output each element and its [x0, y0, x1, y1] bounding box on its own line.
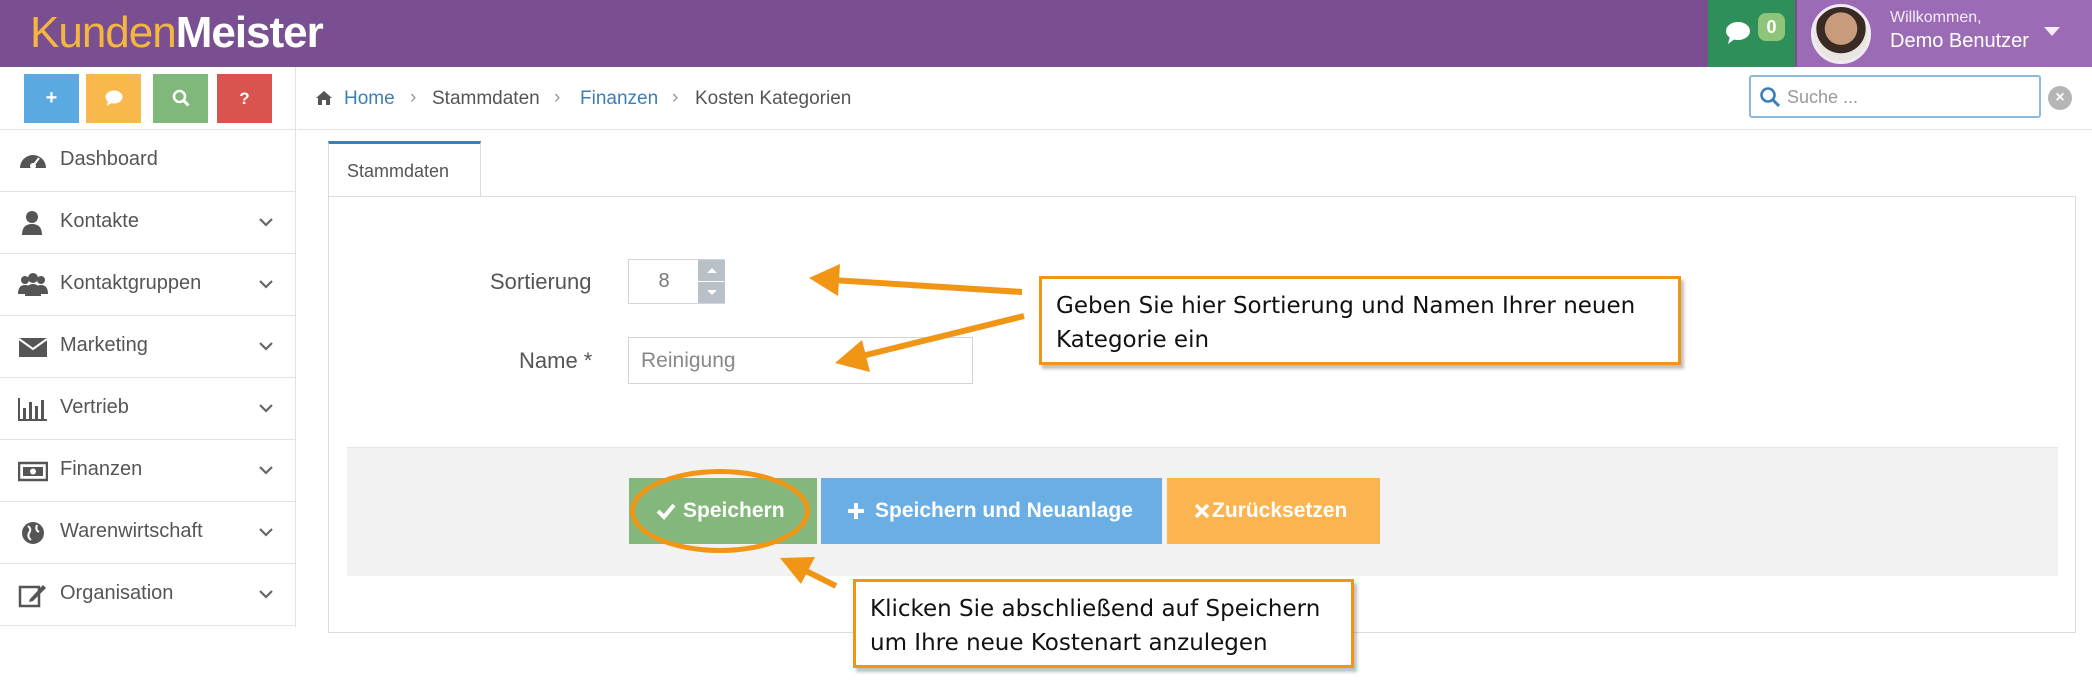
chat-button[interactable] — [86, 74, 141, 123]
plus-icon — [848, 503, 864, 520]
breadcrumb-separator: › — [554, 87, 561, 108]
search-box — [1749, 75, 2041, 118]
breadcrumb-finanzen[interactable]: Finanzen — [580, 88, 658, 110]
chevron-down-icon — [259, 528, 273, 537]
help-button[interactable]: ? — [217, 74, 272, 123]
breadcrumb-current: Kosten Kategorien — [695, 88, 852, 109]
sidebar-item-kontakte[interactable]: Kontakte — [0, 192, 296, 254]
sort-stepper[interactable]: 8 — [628, 259, 725, 304]
name-field[interactable] — [628, 337, 973, 384]
sidebar-item-organisation[interactable]: Organisation — [0, 564, 296, 626]
user-menu[interactable]: Willkommen, Demo Benutzer — [1797, 0, 2092, 67]
breadcrumb-separator: › — [672, 87, 679, 108]
bar-chart-icon — [18, 398, 47, 421]
search-input[interactable] — [1787, 83, 2027, 111]
sidebar-item-marketing[interactable]: Marketing — [0, 316, 296, 378]
chevron-down-icon — [259, 218, 273, 227]
user-icon — [22, 211, 42, 235]
stepper-down-icon[interactable] — [698, 282, 725, 303]
sidebar-item-vertrieb[interactable]: Vertrieb — [0, 378, 296, 440]
money-icon — [18, 461, 48, 482]
close-icon — [1194, 504, 1210, 519]
sidebar-item-warenwirtschaft[interactable]: Warenwirtschaft — [0, 502, 296, 564]
avatar — [1811, 4, 1871, 64]
chevron-down-icon — [259, 280, 273, 289]
users-icon — [18, 273, 48, 296]
help-icon: ? — [239, 89, 250, 108]
sidebar: + ? Dashboard Kontakte Kontaktgruppen Ma… — [0, 67, 296, 628]
sidebar-item-kontaktgruppen[interactable]: Kontaktgruppen — [0, 254, 296, 316]
save-highlight-ellipse — [630, 469, 810, 553]
messages-count-badge: 0 — [1758, 13, 1785, 41]
sort-value: 8 — [658, 270, 670, 292]
app-logo[interactable]: KundenMeister — [30, 4, 324, 62]
messages-button[interactable]: 0 — [1708, 0, 1795, 67]
reset-button[interactable]: Zurücksetzen — [1167, 478, 1380, 544]
callout-enter-data: Geben Sie hier Sortierung und Namen Ihre… — [1039, 276, 1681, 365]
chevron-down-icon — [259, 590, 273, 599]
quick-actions: + ? — [0, 67, 296, 130]
search-icon — [1760, 87, 1781, 108]
chevron-down-icon — [259, 342, 273, 351]
search-icon — [172, 89, 190, 107]
welcome-text: Willkommen, — [1890, 9, 1982, 26]
username: Demo Benutzer — [1890, 30, 2029, 52]
add-button[interactable]: + — [24, 74, 79, 123]
envelope-icon — [18, 338, 48, 357]
callout-click-save: Klicken Sie abschließend auf Speichern u… — [853, 579, 1354, 668]
search-button[interactable] — [153, 74, 208, 123]
save-and-new-button[interactable]: Speichern und Neuanlage — [821, 478, 1162, 544]
chevron-down-icon — [259, 404, 273, 413]
sidebar-item-dashboard[interactable]: Dashboard — [0, 130, 296, 192]
edit-icon — [18, 585, 46, 608]
plus-icon: + — [45, 87, 58, 109]
chevron-down-icon — [259, 466, 273, 475]
sort-label: Sortierung — [490, 269, 592, 294]
dashboard-icon — [20, 155, 46, 169]
clear-search-icon[interactable]: × — [2048, 86, 2072, 110]
breadcrumb-home[interactable]: Home — [344, 88, 395, 110]
comment-icon — [1726, 22, 1750, 44]
globe-icon — [22, 522, 44, 544]
breadcrumb-separator: › — [410, 87, 417, 108]
tab-stammdaten[interactable]: Stammdaten — [328, 141, 481, 197]
caret-down-icon — [2044, 27, 2060, 36]
top-bar: KundenMeister 0 Willkommen, Demo Benutze… — [0, 0, 2092, 67]
breadcrumb-stammdaten: Stammdaten — [432, 88, 540, 109]
comment-icon — [105, 90, 122, 106]
stepper-up-icon[interactable] — [698, 260, 725, 281]
sidebar-item-finanzen[interactable]: Finanzen — [0, 440, 296, 502]
breadcrumb: Home › Stammdaten › Finanzen › Kosten Ka… — [297, 67, 2092, 130]
name-label: Name * — [519, 348, 593, 373]
home-icon — [316, 91, 332, 105]
